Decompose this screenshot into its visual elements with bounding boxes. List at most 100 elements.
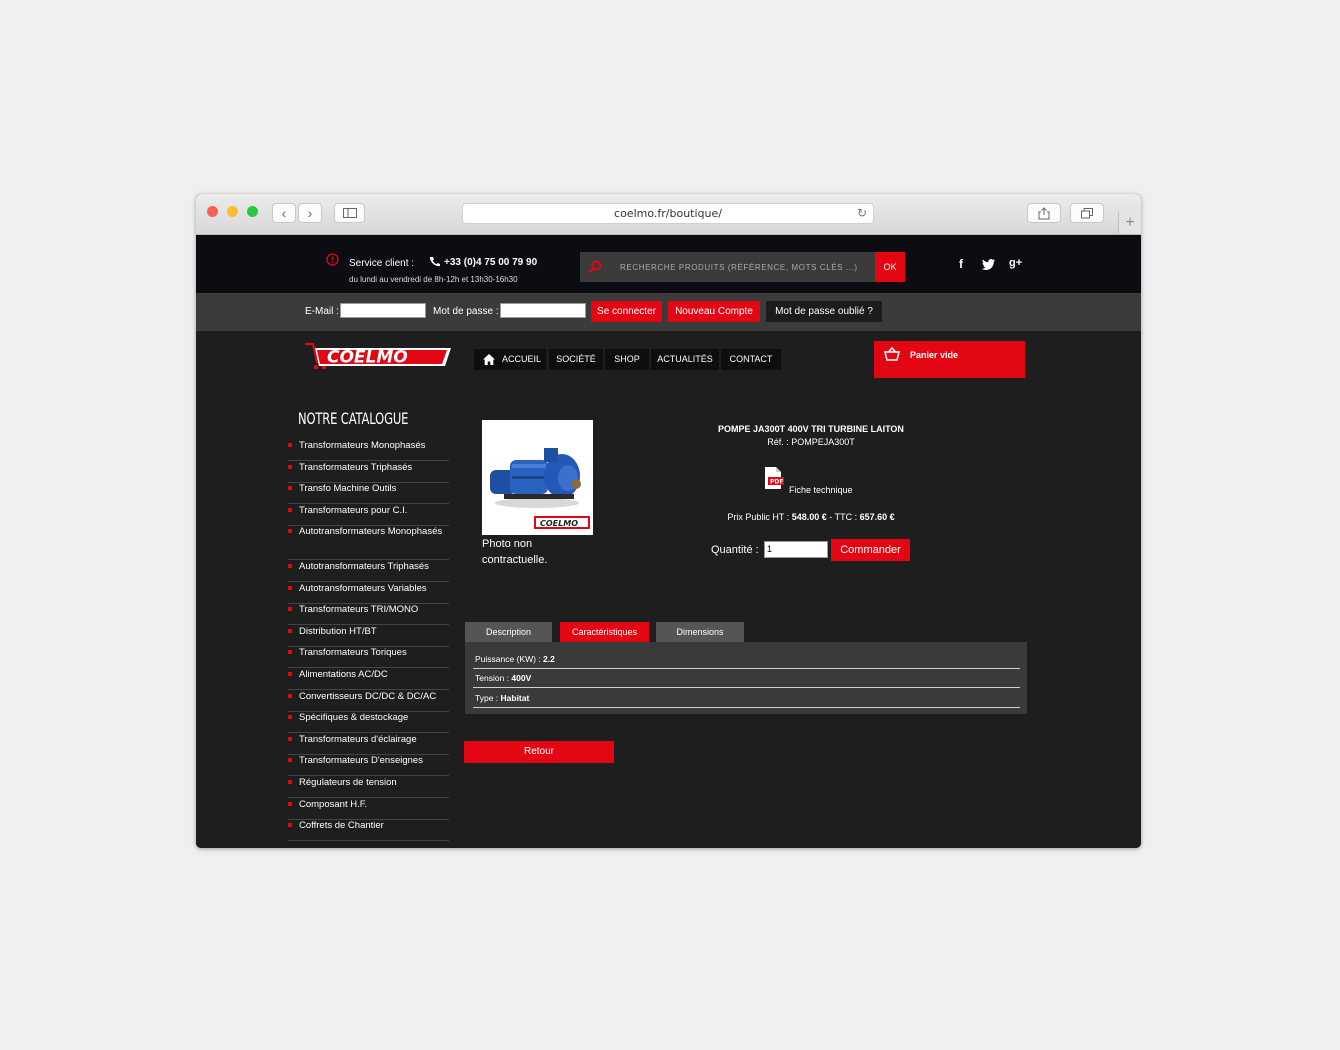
quantity-input[interactable]: 1 xyxy=(764,541,828,558)
catalogue-item[interactable]: Spécifiques & destockage xyxy=(288,711,449,733)
coelmo-logo[interactable]: COELMO xyxy=(303,342,453,371)
bullet-icon xyxy=(288,607,292,611)
bullet-icon xyxy=(288,586,292,590)
catalogue-item-label: Transformateurs Toriques xyxy=(299,647,407,658)
share-icon[interactable] xyxy=(1027,203,1061,223)
bullet-icon xyxy=(288,508,292,512)
catalogue-item-label: Transformateurs D'enseignes xyxy=(299,755,423,766)
nav-shop[interactable]: SHOP xyxy=(605,349,649,370)
spec-label: Puissance (KW) : xyxy=(475,654,544,664)
reload-icon[interactable]: ↻ xyxy=(857,204,867,223)
catalogue-item[interactable]: Transformateurs Monophasés xyxy=(288,439,449,461)
info-icon xyxy=(326,253,339,266)
catalogue-item-label: Autotransformateurs Monophasés xyxy=(299,526,443,537)
product-reference: Réf. : POMPEJA300T xyxy=(767,437,855,447)
forward-icon[interactable]: › xyxy=(298,203,322,223)
search-input[interactable]: RECHERCHE PRODUITS (RÉFÉRENCE, MOTS CLÉS… xyxy=(620,263,858,272)
catalogue-item[interactable]: Coffrets de Chantier xyxy=(288,819,449,841)
nav-contact[interactable]: CONTACT xyxy=(721,349,781,370)
catalogue-item[interactable]: Transformateurs Triphasés xyxy=(288,461,449,483)
spec-value: 2.2 xyxy=(543,654,555,664)
facebook-icon[interactable]: f xyxy=(959,257,963,271)
catalogue-item[interactable]: Autotransformateurs Monophasés xyxy=(288,525,449,560)
tab-panel: Puissance (KW) : 2.2 Tension : 400V Type… xyxy=(465,642,1027,714)
forgot-password-button[interactable]: Mot de passe oublié ? xyxy=(766,301,882,322)
bullet-icon xyxy=(288,529,292,533)
close-window-button[interactable] xyxy=(207,206,218,217)
search-icon xyxy=(588,260,602,274)
tab-description[interactable]: Description xyxy=(465,622,552,642)
catalogue-item[interactable]: Transformateurs d'éclairage xyxy=(288,733,449,755)
phone-icon xyxy=(429,257,440,267)
sidebar-icon[interactable] xyxy=(334,203,365,223)
catalogue-item[interactable]: Convertisseurs DC/DC & DC/AC xyxy=(288,690,449,712)
cart-label: Panier vide xyxy=(910,350,959,360)
nav-societe[interactable]: SOCIÉTÉ xyxy=(549,349,603,370)
catalogue-item-label: Transfo Machine Outils xyxy=(299,483,397,494)
catalogue-item-label: Transformateurs Triphasés xyxy=(299,462,413,473)
browser-toolbar: ‹ › coelmo.fr/boutique/ ↻ + xyxy=(196,194,1141,235)
tab-dimensions[interactable]: Dimensions xyxy=(656,622,744,642)
bullet-icon xyxy=(288,486,292,490)
bullet-icon xyxy=(288,465,292,469)
catalogue-item-label: Transformateurs pour C.I. xyxy=(299,505,408,516)
catalogue-item[interactable]: Alimentations AC/DC xyxy=(288,668,449,690)
spec-row: Type : Habitat xyxy=(473,689,1020,708)
price-ht: 548.00 € xyxy=(791,512,827,522)
twitter-icon[interactable] xyxy=(982,259,995,270)
catalogue-item-label: Alimentations AC/DC xyxy=(299,669,388,680)
site-topbar: Service client : +33 (0)4 75 00 79 90 du… xyxy=(196,235,1141,293)
minimize-window-button[interactable] xyxy=(227,206,238,217)
password-field[interactable] xyxy=(500,303,586,318)
service-client-label: Service client : xyxy=(349,258,415,269)
back-icon[interactable]: ‹ xyxy=(272,203,296,223)
catalogue-item[interactable]: Composant H.F. xyxy=(288,798,449,820)
nav-accueil[interactable]: ACCUEIL xyxy=(474,349,546,370)
order-button[interactable]: Commander xyxy=(831,539,910,561)
catalogue-item[interactable]: Autotransformateurs Triphasés xyxy=(288,560,449,582)
catalogue-item[interactable]: Transfo Machine Outils xyxy=(288,482,449,504)
catalogue-item[interactable]: Transformateurs TRI/MONO xyxy=(288,603,449,625)
catalogue-item[interactable]: Régulateurs de tension xyxy=(288,776,449,798)
catalogue-item-label: Transformateurs d'éclairage xyxy=(299,734,417,745)
new-account-button[interactable]: Nouveau Compte xyxy=(668,301,760,322)
login-bar: E-Mail : Mot de passe : Se connecter Nou… xyxy=(196,293,1141,331)
catalogue-item[interactable]: Distribution HT/BT xyxy=(288,625,449,647)
url-text: coelmo.fr/boutique/ xyxy=(614,207,722,220)
tab-caracteristiques[interactable]: Caractéristiques xyxy=(560,622,649,642)
bullet-icon xyxy=(288,672,292,676)
catalogue-item[interactable]: Autotransformateurs Variables xyxy=(288,582,449,604)
catalogue-item[interactable]: Transformateurs D'enseignes xyxy=(288,754,449,776)
bullet-icon xyxy=(288,780,292,784)
catalogue-item-label: Transformateurs Monophasés xyxy=(299,440,426,451)
google-plus-icon[interactable]: g+ xyxy=(1009,257,1022,269)
catalogue-item-label: Convertisseurs DC/DC & DC/AC xyxy=(299,691,437,702)
password-label: Mot de passe : xyxy=(433,306,499,317)
search-submit-button[interactable]: OK xyxy=(875,252,905,282)
login-button[interactable]: Se connecter xyxy=(591,301,662,322)
spec-row: Puissance (KW) : 2.2 xyxy=(473,650,1020,669)
product-image[interactable]: COELMO xyxy=(482,420,593,535)
datasheet-link[interactable]: Fiche technique xyxy=(789,485,853,495)
email-field[interactable] xyxy=(340,303,426,318)
search-box[interactable]: RECHERCHE PRODUITS (RÉFÉRENCE, MOTS CLÉS… xyxy=(580,252,905,282)
bullet-icon xyxy=(288,564,292,568)
pdf-icon[interactable]: PDF xyxy=(762,467,784,489)
catalogue-item[interactable]: Transformateurs Toriques xyxy=(288,646,449,668)
new-tab-icon[interactable]: + xyxy=(1118,212,1141,234)
maximize-window-button[interactable] xyxy=(247,206,258,217)
catalogue-item-label: Autotransformateurs Variables xyxy=(299,583,427,594)
back-button[interactable]: Retour xyxy=(464,741,614,763)
bullet-icon xyxy=(288,823,292,827)
nav-actualites[interactable]: ACTUALITÉS xyxy=(651,349,719,370)
price-ttc: 657.60 € xyxy=(859,512,895,522)
catalogue-item[interactable]: Transformateurs pour C.I. xyxy=(288,504,449,526)
catalogue-item-label: Distribution HT/BT xyxy=(299,626,377,637)
cart-button[interactable]: Panier vide xyxy=(874,341,1025,378)
address-bar[interactable]: coelmo.fr/boutique/ ↻ xyxy=(462,203,874,224)
tabs-icon[interactable] xyxy=(1070,203,1104,223)
phone-number[interactable]: +33 (0)4 75 00 79 90 xyxy=(444,257,537,268)
catalogue-item-label: Composant H.F. xyxy=(299,799,368,810)
bullet-icon xyxy=(288,629,292,633)
price-line: Prix Public HT : 548.00 € - TTC : 657.60… xyxy=(676,512,946,522)
